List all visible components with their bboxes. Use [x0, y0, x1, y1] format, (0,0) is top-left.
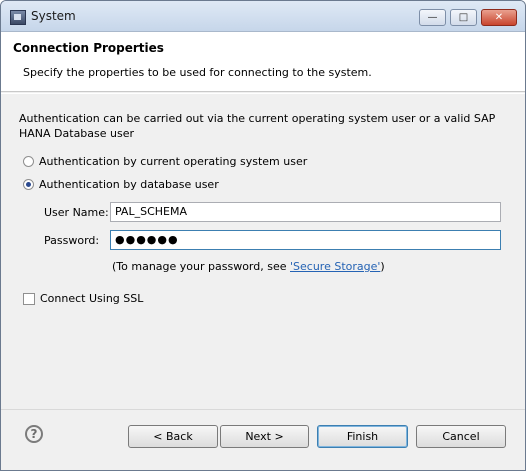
user-name-label: User Name: — [44, 206, 109, 219]
user-name-input[interactable]: PAL_SCHEMA — [110, 202, 501, 222]
back-button[interactable]: < Back — [128, 425, 218, 448]
footer-divider — [1, 409, 525, 410]
password-note-suffix: ) — [380, 260, 385, 273]
help-icon[interactable]: ? — [25, 425, 43, 443]
next-button[interactable]: Next > — [220, 425, 309, 448]
ssl-label: Connect Using SSL — [40, 292, 144, 305]
secure-storage-link[interactable]: 'Secure Storage' — [290, 260, 380, 273]
system-icon — [10, 10, 26, 25]
cancel-button[interactable]: Cancel — [416, 425, 506, 448]
ssl-option[interactable]: Connect Using SSL — [23, 292, 143, 305]
radio-db-user-option[interactable]: Authentication by database user — [23, 178, 219, 191]
finish-button[interactable]: Finish — [317, 425, 408, 448]
radio-db-user-label: Authentication by database user — [39, 178, 219, 191]
minimize-button[interactable]: — — [419, 9, 446, 26]
ssl-checkbox[interactable] — [23, 292, 35, 305]
password-input[interactable]: ●●●●●● — [110, 230, 501, 250]
radio-os-user[interactable] — [23, 156, 34, 167]
radio-os-user-label: Authentication by current operating syst… — [39, 155, 308, 168]
radio-db-user[interactable] — [23, 179, 34, 190]
close-button[interactable]: ✕ — [481, 9, 517, 26]
radio-os-user-option[interactable]: Authentication by current operating syst… — [23, 155, 307, 168]
dialog-window: System — □ ✕ Connection Properties Speci… — [0, 0, 526, 471]
window-title: System — [31, 9, 76, 23]
password-note-prefix: (To manage your password, see — [112, 260, 290, 273]
password-note: (To manage your password, see 'Secure St… — [112, 260, 385, 273]
page-description: Specify the properties to be used for co… — [23, 66, 372, 79]
password-label: Password: — [44, 234, 100, 247]
header-banner: Connection Properties Specify the proper… — [1, 32, 525, 92]
page-title: Connection Properties — [13, 41, 164, 55]
maximize-button[interactable]: □ — [450, 9, 477, 26]
auth-intro-text: Authentication can be carried out via th… — [19, 112, 496, 140]
header-divider — [1, 93, 525, 94]
title-bar[interactable]: System — □ ✕ — [1, 1, 525, 32]
